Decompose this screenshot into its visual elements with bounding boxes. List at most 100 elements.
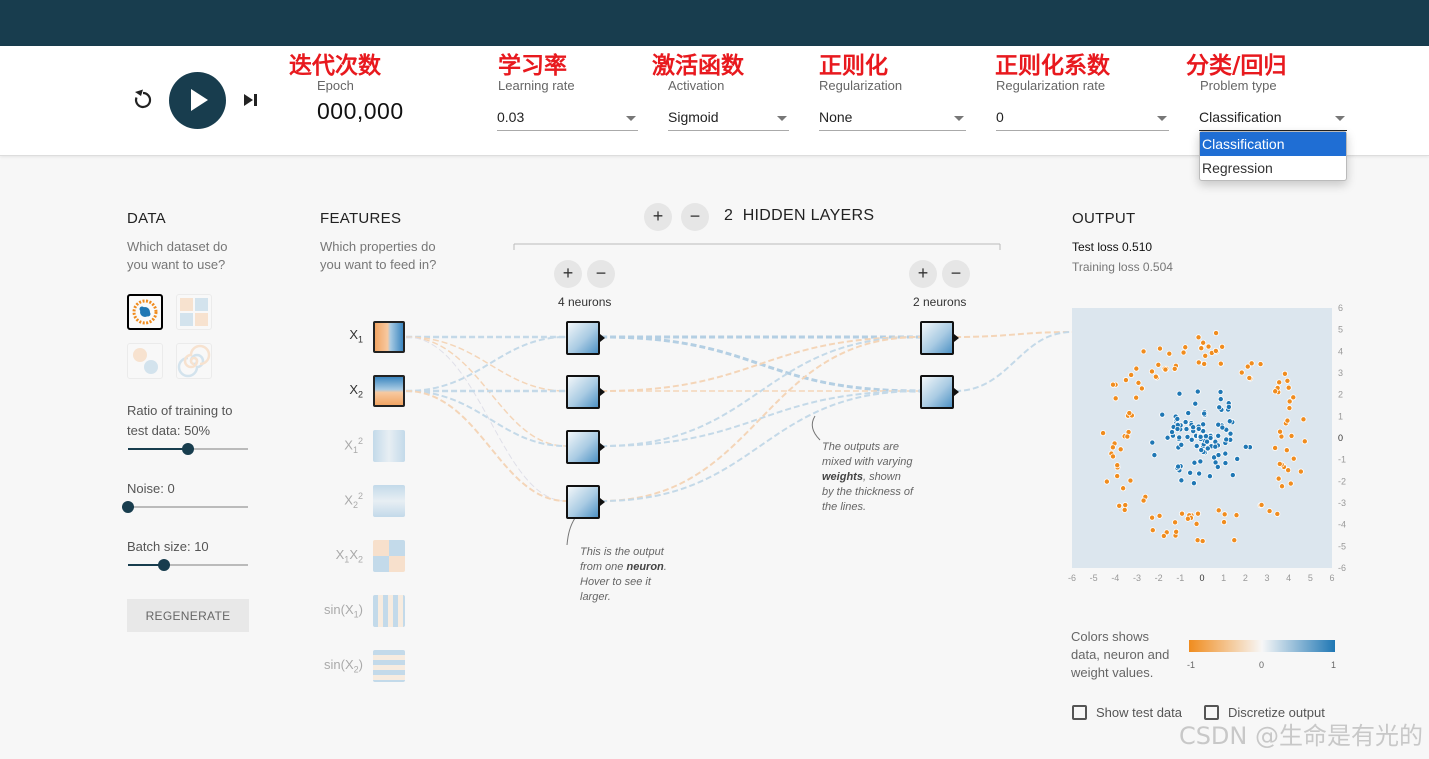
remove-layer-button[interactable]: − xyxy=(681,203,709,231)
y-tick-label: -5 xyxy=(1338,541,1346,551)
data-point xyxy=(1175,463,1182,470)
data-point xyxy=(1229,472,1236,479)
data-point xyxy=(1212,443,1219,450)
data-point xyxy=(1127,477,1134,484)
x-tick-label: 1 xyxy=(1221,573,1226,583)
data-point xyxy=(1194,510,1201,517)
feature-x1x2[interactable] xyxy=(373,540,405,572)
weight-line[interactable] xyxy=(405,390,567,502)
neuron-l2-2[interactable] xyxy=(920,375,959,409)
data-point xyxy=(1279,483,1286,490)
weight-line[interactable] xyxy=(954,331,1073,392)
training-loss: Training loss 0.504 xyxy=(1072,260,1173,274)
data-point xyxy=(1281,370,1288,377)
data-point xyxy=(1272,388,1279,395)
feature-x2[interactable] xyxy=(373,375,405,407)
data-point xyxy=(1201,410,1208,417)
data-point xyxy=(1133,394,1140,401)
data-point xyxy=(1120,485,1127,492)
data-point xyxy=(1212,347,1219,354)
feature-x1-squared[interactable] xyxy=(373,430,405,462)
weight-line[interactable] xyxy=(600,336,921,392)
data-point xyxy=(1169,429,1176,436)
data-point xyxy=(1179,510,1186,517)
data-point xyxy=(1162,366,1169,373)
x-axis-ticks: -6 -5 -4 -3 -2 -1 0 1 2 3 4 5 6 xyxy=(1068,573,1335,583)
feature-sin-x2[interactable] xyxy=(373,650,405,682)
neuron-l2-1[interactable] xyxy=(920,321,959,355)
data-point xyxy=(1180,349,1187,356)
data-point xyxy=(1215,432,1222,439)
data-point xyxy=(1217,360,1224,367)
data-point xyxy=(1215,452,1222,459)
weight-line[interactable] xyxy=(954,331,1073,338)
x-tick-label: -3 xyxy=(1133,573,1141,583)
data-point xyxy=(1122,377,1129,384)
data-point xyxy=(1184,515,1191,522)
weight-line[interactable] xyxy=(405,336,567,392)
data-point xyxy=(1206,473,1213,480)
data-point xyxy=(1124,433,1131,440)
data-point xyxy=(1140,348,1147,355)
add-layer-button[interactable]: + xyxy=(644,203,672,231)
y-tick-label: 2 xyxy=(1338,390,1343,400)
neuron-l1-3[interactable] xyxy=(566,430,605,464)
data-point xyxy=(1276,379,1283,386)
add-neuron-layer2-button[interactable]: + xyxy=(909,260,937,288)
data-point xyxy=(1215,507,1222,514)
data-point xyxy=(1204,438,1211,445)
data-point xyxy=(1171,365,1178,372)
weights-hint-note: The outputs are mixed with varying weigh… xyxy=(822,441,914,513)
data-point xyxy=(1266,508,1273,515)
data-point xyxy=(1276,460,1283,467)
data-point xyxy=(1213,330,1220,337)
data-point xyxy=(1193,442,1200,449)
show-test-data-checkbox[interactable] xyxy=(1072,705,1087,720)
data-point xyxy=(1114,462,1121,469)
data-point xyxy=(1226,418,1233,425)
feature-x2-squared[interactable] xyxy=(373,485,405,517)
feature-x1[interactable] xyxy=(373,321,405,353)
feature-sin-x1[interactable] xyxy=(373,595,405,627)
weight-line[interactable] xyxy=(405,336,567,392)
y-tick-label: 0 xyxy=(1338,433,1343,443)
y-tick-label: -6 xyxy=(1338,563,1346,573)
neuron-l1-1[interactable] xyxy=(566,321,605,355)
data-point xyxy=(1233,512,1240,519)
data-point xyxy=(1225,403,1232,410)
remove-neuron-layer1-button[interactable]: − xyxy=(587,260,615,288)
x-tick-label: 2 xyxy=(1243,573,1248,583)
data-point xyxy=(1285,384,1292,391)
data-point xyxy=(1155,361,1162,368)
scale-max-label: 1 xyxy=(1331,660,1337,670)
weight-line[interactable] xyxy=(405,390,567,447)
output-heatmap[interactable]: -6 -5 -4 -3 -2 -1 0 1 2 3 4 5 6 6 5 4 3 2 1 0 -1 -2 -3 -4 -5 -6 xyxy=(1062,300,1362,590)
y-tick-label: 1 xyxy=(1338,411,1343,421)
data-point xyxy=(1197,433,1204,440)
data-point xyxy=(1151,452,1158,459)
data-point xyxy=(1275,475,1282,482)
data-point xyxy=(1191,459,1198,466)
data-point xyxy=(1234,455,1241,462)
y-tick-label: -1 xyxy=(1338,455,1346,465)
data-point xyxy=(1172,519,1179,526)
remove-neuron-layer2-button[interactable]: − xyxy=(942,260,970,288)
data-point xyxy=(1193,520,1200,527)
output-title: OUTPUT xyxy=(1072,210,1136,227)
data-point xyxy=(1246,374,1253,381)
add-neuron-layer1-button[interactable]: + xyxy=(554,260,582,288)
data-point xyxy=(1283,447,1290,454)
data-point xyxy=(1219,424,1226,431)
data-point xyxy=(1257,361,1264,368)
csdn-watermark: CSDN @生命是有光的 xyxy=(1178,722,1423,750)
x-tick-label: 6 xyxy=(1329,573,1334,583)
data-point xyxy=(1149,527,1156,534)
data-point xyxy=(1242,443,1249,450)
neuron-l1-2[interactable] xyxy=(566,375,605,409)
data-point xyxy=(1199,538,1206,545)
data-point xyxy=(1231,537,1238,544)
legend-desc-line1: Colors shows xyxy=(1071,629,1150,644)
neuron-l1-4[interactable] xyxy=(566,485,605,519)
data-point xyxy=(1205,343,1212,350)
data-point xyxy=(1109,444,1116,451)
